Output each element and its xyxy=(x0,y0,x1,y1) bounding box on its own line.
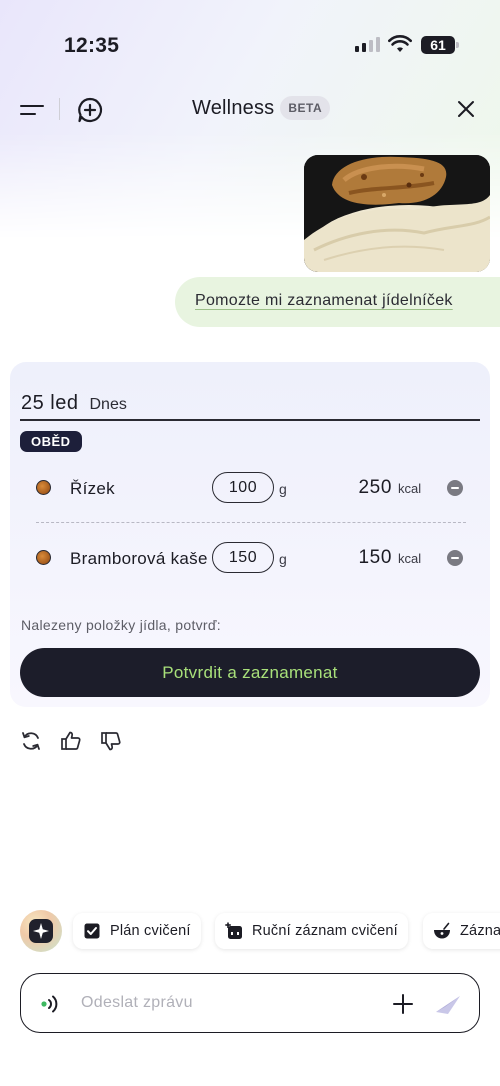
row-divider xyxy=(36,522,466,523)
food-icon xyxy=(36,550,51,565)
menu-icon[interactable] xyxy=(20,101,46,119)
send-icon[interactable] xyxy=(435,992,461,1021)
food-photo[interactable] xyxy=(304,155,490,272)
kcal-value: 250 xyxy=(358,477,392,498)
status-bar: 12:35 61 xyxy=(0,0,500,90)
date-underline xyxy=(20,419,480,421)
chip-label: Zázna xyxy=(460,923,500,939)
status-time: 12:35 xyxy=(64,34,120,57)
assistant-avatar[interactable] xyxy=(20,910,62,952)
beta-badge: BETA xyxy=(280,96,331,120)
page-title: Wellness xyxy=(192,96,275,119)
close-icon[interactable] xyxy=(456,99,476,124)
chip-label: Ruční záznam cvičení xyxy=(252,923,398,939)
plus-calendar-icon xyxy=(225,922,243,940)
meal-log-card: 25 led Dnes OBĚD Řízek 100 g 250 kcal Br… xyxy=(10,362,490,707)
food-name: Bramborová kaše xyxy=(70,549,208,568)
quantity-input[interactable]: 150 xyxy=(212,542,274,573)
remove-item-button[interactable] xyxy=(447,550,463,566)
chip-label: Plán cvičení xyxy=(110,923,191,939)
battery-icon: 61 xyxy=(421,36,459,54)
kcal-value: 150 xyxy=(358,547,392,568)
quantity-unit: g xyxy=(279,481,287,497)
user-message-text[interactable]: Pomozte mi zaznamenat jídelníček xyxy=(195,292,453,310)
thumbs-up-icon[interactable] xyxy=(60,730,82,752)
quantity-input[interactable]: 100 xyxy=(212,472,274,503)
meal-type-badge[interactable]: OBĚD xyxy=(20,431,82,452)
thumbs-down-icon[interactable] xyxy=(100,730,122,752)
kcal-unit: kcal xyxy=(398,551,422,566)
quick-action-workout-plan[interactable]: Plán cvičení xyxy=(73,913,201,949)
new-chat-icon[interactable] xyxy=(76,96,104,129)
food-item-row: Řízek 100 g 250 kcal xyxy=(10,469,490,509)
quick-action-food-log[interactable]: Zázna xyxy=(423,913,500,949)
quantity-unit: g xyxy=(279,551,287,567)
kcal-unit: kcal xyxy=(398,481,422,496)
header-divider xyxy=(59,98,60,120)
remove-item-button[interactable] xyxy=(447,480,463,496)
feedback-actions xyxy=(20,730,122,752)
app-header: Wellness BETA xyxy=(0,90,500,130)
battery-percent: 61 xyxy=(430,37,446,53)
confirm-log-button[interactable]: Potvrdit a zaznamenat xyxy=(20,648,480,697)
food-icon xyxy=(36,480,51,495)
food-bowl-icon xyxy=(433,922,451,940)
regenerate-icon[interactable] xyxy=(20,730,42,752)
date-row[interactable]: 25 led Dnes xyxy=(21,392,127,415)
quick-actions: Plán cvičení Ruční záznam cvičení Zázna xyxy=(0,910,500,952)
voice-icon[interactable] xyxy=(39,992,65,1021)
meal-date: 25 led xyxy=(21,392,79,414)
message-input[interactable] xyxy=(81,994,381,1012)
food-item-row: Bramborová kaše 150 g 150 kcal xyxy=(10,539,490,579)
checkbox-icon xyxy=(83,922,101,940)
meal-day-label: Dnes xyxy=(89,396,127,413)
wifi-icon xyxy=(388,35,412,58)
signal-icon xyxy=(355,37,380,52)
quick-action-manual-workout[interactable]: Ruční záznam cvičení xyxy=(215,913,408,949)
message-composer xyxy=(20,973,480,1033)
food-name: Řízek xyxy=(70,479,115,498)
user-message-bubble: Pomozte mi zaznamenat jídelníček xyxy=(175,277,500,327)
header-title-group: Wellness BETA xyxy=(192,96,331,120)
add-attachment-icon[interactable] xyxy=(391,992,415,1021)
found-items-text: Nalezeny položky jídla, potvrď: xyxy=(21,617,221,633)
